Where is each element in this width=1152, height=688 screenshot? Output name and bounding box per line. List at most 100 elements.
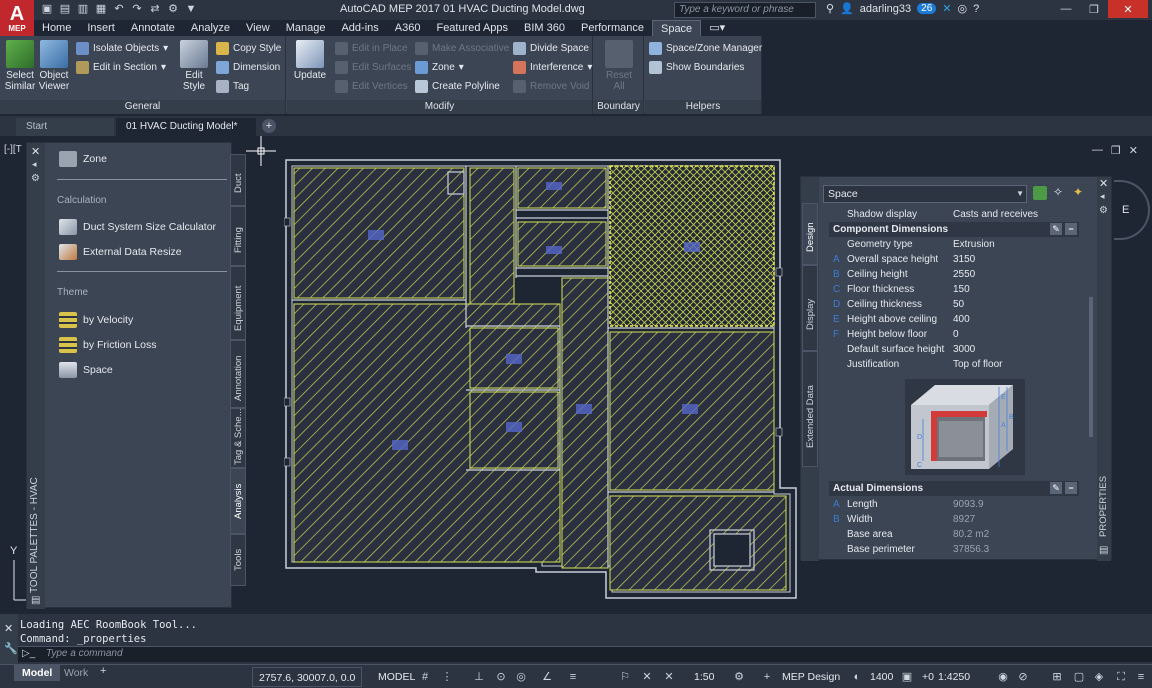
tool-space[interactable]: Space <box>59 362 113 378</box>
edit-vertices-button[interactable]: Edit Vertices <box>335 77 408 95</box>
close-commandline-icon[interactable]: ✕ <box>4 622 13 635</box>
tool-by-velocity[interactable]: by Velocity <box>59 312 133 328</box>
interference-button[interactable]: Interference ▾ <box>513 58 592 76</box>
open-icon[interactable]: ▣ <box>40 2 54 16</box>
isolate-status-icon[interactable]: ◉ <box>996 670 1010 684</box>
save-icon[interactable]: ▤ <box>58 2 72 16</box>
isolate-objects-icon[interactable]: ⊞ <box>1050 670 1064 684</box>
display-scale-value[interactable]: 1:4250 <box>938 669 970 685</box>
model-tab[interactable]: Model <box>14 665 61 681</box>
annotation-visibility-icon[interactable]: ⚐ <box>618 670 632 684</box>
vtab-fitting[interactable]: Fitting <box>230 206 246 266</box>
autohide-icon[interactable]: ◂ <box>32 159 37 170</box>
restore-icon[interactable]: ❐ <box>1080 0 1108 18</box>
prop-row[interactable]: Base area 80.2 m2 <box>829 527 1079 542</box>
cut-plane-icon[interactable]: ▣ <box>900 670 914 684</box>
doc-tab-active[interactable]: 01 HVAC Ducting Model* ✕ <box>116 118 256 150</box>
space-j[interactable] <box>609 495 787 591</box>
save-as-icon[interactable]: ▥ <box>76 2 90 16</box>
tab-insert[interactable]: Insert <box>79 20 123 36</box>
section-edit-icon[interactable]: ✎ <box>1050 482 1062 494</box>
autoscale-icon[interactable]: ✕ <box>662 670 676 684</box>
close-drawing-icon[interactable]: ✕ <box>1129 144 1138 157</box>
customization-icon[interactable]: ≡ <box>1134 670 1148 684</box>
workspace-icon[interactable]: ⚙ <box>166 2 180 16</box>
remove-void-button[interactable]: Remove Void <box>513 77 589 95</box>
notification-badge[interactable]: 26 <box>917 3 937 14</box>
tab-home[interactable]: Home <box>34 20 79 36</box>
object-viewer-button[interactable]: Object Viewer <box>38 40 70 92</box>
make-associative-button[interactable]: Make Associative <box>415 39 509 57</box>
palette-menu-icon[interactable]: ▤ <box>31 595 40 606</box>
match-icon[interactable]: ⇄ <box>148 2 162 16</box>
edit-in-section-button[interactable]: Edit in Section ▾ <box>76 58 166 76</box>
prop-row[interactable]: A Length 9093.9 <box>829 497 1079 512</box>
properties-menu-icon[interactable]: ▤ <box>1099 545 1108 556</box>
vtab-analysis[interactable]: Analysis <box>230 468 246 534</box>
close-icon[interactable]: ✕ <box>1108 0 1148 18</box>
select-similar-button[interactable]: Select Similar <box>4 40 36 92</box>
vtab-annotation[interactable]: Annotation <box>230 340 246 408</box>
tab-analyze[interactable]: Analyze <box>183 20 238 36</box>
command-input[interactable]: ▷_ Type a command <box>18 646 1152 662</box>
snap-icon[interactable]: ⋮ <box>440 670 454 684</box>
prop-row[interactable]: E Height above ceiling 400 <box>829 312 1079 327</box>
work-tab[interactable]: Work <box>56 665 96 681</box>
tool-duct-calc[interactable]: Duct System Size Calculator <box>59 219 216 235</box>
username[interactable]: adarling33 <box>860 3 911 15</box>
help-icon[interactable]: ? <box>973 3 979 15</box>
tab-add-ins[interactable]: Add-ins <box>333 20 386 36</box>
dimension-button[interactable]: Dimension <box>216 58 280 76</box>
model-space-button[interactable]: MODEL <box>378 669 415 685</box>
tab-a360[interactable]: A360 <box>387 20 429 36</box>
pvtab-display[interactable]: Display <box>802 265 818 351</box>
pvtab-extended-data[interactable]: Extended Data <box>802 351 818 467</box>
tab-view[interactable]: View <box>238 20 278 36</box>
edit-in-place-button[interactable]: Edit in Place <box>335 39 408 57</box>
minimize-drawing-icon[interactable]: — <box>1092 144 1103 157</box>
prop-row[interactable]: B Width 8927 <box>829 512 1079 527</box>
divide-space-button[interactable]: Divide Space <box>513 39 589 57</box>
edit-surfaces-button[interactable]: Edit Surfaces <box>335 58 411 76</box>
close-properties-icon[interactable]: ✕ <box>1099 177 1108 190</box>
create-polyline-button[interactable]: Create Polyline <box>415 77 500 95</box>
prop-row-shadow[interactable]: Shadow display Casts and receives shadow… <box>829 207 1079 235</box>
prop-row[interactable]: F Height below floor 0 <box>829 327 1079 342</box>
prop-row[interactable]: Default surface height 3000 <box>829 342 1079 357</box>
osnap-icon[interactable]: ◎ <box>514 670 528 684</box>
isolate-objects-button[interactable]: Isolate Objects ▾ <box>76 39 168 57</box>
workspace-gear-icon[interactable]: ⚙ <box>732 670 746 684</box>
elevation-value[interactable]: 1400 <box>870 669 893 685</box>
search-input[interactable]: Type a keyword or phrase <box>674 2 816 18</box>
elevation-icon[interactable]: ◐ <box>850 670 864 684</box>
properties-icon[interactable]: ▼ <box>184 2 198 16</box>
fullscreen-icon[interactable]: ⛶ <box>1114 670 1128 684</box>
quick-select-icon[interactable] <box>1033 186 1047 200</box>
tab-space[interactable]: Space <box>651 20 702 36</box>
floor-plan[interactable] <box>284 158 798 600</box>
vtab-tag-schedule[interactable]: Tag & Sche... <box>230 408 246 468</box>
viewport-controls[interactable]: [-][T <box>4 144 22 155</box>
tab-featured-apps[interactable]: Featured Apps <box>428 20 516 36</box>
app-menu-button[interactable]: A MEP <box>0 0 34 36</box>
section-edit-icon[interactable]: ✎ <box>1050 223 1062 235</box>
lightbulb-icon[interactable]: ◈ <box>1092 670 1106 684</box>
object-type-select[interactable]: Space ▼ <box>823 185 1027 203</box>
vtab-equipment[interactable]: Equipment <box>230 266 246 340</box>
edit-style-button[interactable]: Edit Style <box>178 40 210 92</box>
exchange-icon[interactable]: ✕ <box>942 2 951 15</box>
coordinates-readout[interactable]: 2757.6, 30007.0, 0.0 <box>252 667 363 687</box>
properties-scrollbar[interactable] <box>1089 297 1093 437</box>
redo-icon[interactable]: ↷ <box>130 2 144 16</box>
print-icon[interactable]: ▦ <box>94 2 108 16</box>
restore-drawing-icon[interactable]: ❐ <box>1111 144 1121 157</box>
copy-style-button[interactable]: Copy Style <box>216 39 281 57</box>
annotation-scale-value[interactable]: 1:50 <box>694 669 714 685</box>
collapse-icon[interactable]: − <box>1065 482 1077 494</box>
customize-commandline-icon[interactable]: 🔧 <box>4 642 18 655</box>
binoculars-icon[interactable]: ⚲ <box>826 2 834 15</box>
prop-row[interactable]: B Ceiling height 2550 <box>829 267 1079 282</box>
select-objects-icon[interactable]: ✧ <box>1053 185 1063 199</box>
vtab-duct[interactable]: Duct <box>230 154 246 206</box>
collapse-icon[interactable]: − <box>1065 223 1077 235</box>
